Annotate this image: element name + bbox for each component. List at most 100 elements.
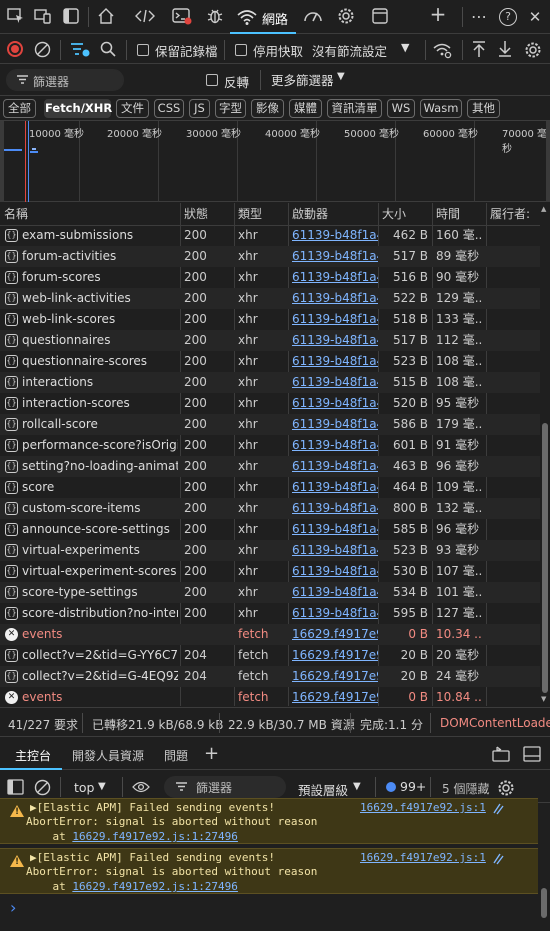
cell-initiator[interactable]: 61139-b48f1a4c <box>292 267 378 288</box>
table-row[interactable]: {} forum-activities 200 xhr 61139-b48f1a4c 51… <box>0 246 540 267</box>
cell-initiator[interactable]: 61139-b48f1a4c <box>292 246 378 267</box>
table-row[interactable]: {} collect?v=2&tid=G-4EQ9Z... 204 fetch 1662… <box>0 666 540 687</box>
table-row[interactable]: {} rollcall-score 200 xhr 61139-b48f1a4c 586 … <box>0 414 540 435</box>
network-conditions-icon[interactable] <box>433 41 453 62</box>
message-source-link[interactable]: 16629.f4917e92.js:1 <box>360 801 486 814</box>
console-settings-gear-icon[interactable] <box>497 779 515 800</box>
requests-scrollbar[interactable]: ▲ ▼ <box>540 203 550 706</box>
chevron-down-icon[interactable]: ▼ <box>353 781 361 792</box>
settings-gear-icon[interactable] <box>336 7 356 27</box>
chip-img[interactable]: 影像 <box>251 99 284 118</box>
application-window-icon[interactable] <box>370 7 390 27</box>
warning-title[interactable]: ▶[Elastic APM] Failed sending events! <box>30 851 275 864</box>
move-to-top-icon[interactable] <box>492 746 510 765</box>
chip-all[interactable]: 全部 <box>3 99 36 118</box>
table-row[interactable]: {} interactions 200 xhr 61139-b48f1a4c 515 B 1… <box>0 372 540 393</box>
table-row[interactable]: {} questionnaire-scores 200 xhr 61139-b48f1a… <box>0 351 540 372</box>
disable-cache-checkbox[interactable] <box>235 44 247 56</box>
message-source-link[interactable]: 16629.f4917e92.js:1 <box>360 851 486 864</box>
table-row[interactable]: {} virtual-experiment-scores 200 xhr 61139-b… <box>0 561 540 582</box>
cell-initiator[interactable]: 61139-b48f1a4c <box>292 456 378 477</box>
issues-dot-icon[interactable] <box>386 782 396 792</box>
issues-count[interactable]: 99+ <box>400 779 426 794</box>
more-options-button[interactable]: ⋯ <box>469 7 489 27</box>
cell-initiator[interactable]: 61139-b48f1a4c <box>292 477 378 498</box>
throttling-select[interactable]: 沒有節流設定 <box>312 41 387 60</box>
column-header-time[interactable]: 時間 <box>432 203 486 226</box>
context-selector[interactable]: top <box>74 780 94 795</box>
cell-initiator[interactable]: 61139-b48f1a4c <box>292 351 378 372</box>
table-row[interactable]: {} performance-score?isOrigi... 200 xhr 6113… <box>0 435 540 456</box>
table-row[interactable]: {} score-type-settings 200 xhr 61139-b48f1a4… <box>0 582 540 603</box>
cell-initiator[interactable]: 16629.f4917e92 <box>292 624 378 645</box>
import-har-icon[interactable] <box>472 40 486 61</box>
cell-initiator[interactable]: 61139-b48f1a4c <box>292 414 378 435</box>
record-stop-button[interactable] <box>7 41 23 57</box>
close-drawer-icon[interactable] <box>523 746 541 765</box>
close-devtools-button[interactable]: ✕ <box>525 7 545 27</box>
more-filters-dropdown[interactable]: 更多篩選器 <box>271 70 334 89</box>
tab-developer-resources[interactable]: 開發人員資源 <box>72 747 144 764</box>
table-row[interactable]: {} forum-scores 200 xhr 61139-b48f1a4c 516 B 9… <box>0 267 540 288</box>
chip-css[interactable]: CSS <box>154 99 184 118</box>
filter-toggle-icon[interactable] <box>70 41 90 62</box>
chip-manifest[interactable]: 資訊清單 <box>327 99 382 118</box>
preserve-log-checkbox[interactable] <box>137 44 149 56</box>
welcome-home-icon[interactable] <box>96 7 116 27</box>
cell-initiator[interactable]: 61139-b48f1a4c <box>292 540 378 561</box>
warning-title[interactable]: ▶[Elastic APM] Failed sending events! <box>30 801 275 814</box>
table-row[interactable]: {} collect?v=2&tid=G-YY6C7... 204 fetch 1662… <box>0 645 540 666</box>
tab-network[interactable]: 網路 <box>230 0 296 34</box>
scroll-up-arrow[interactable]: ▲ <box>541 205 546 213</box>
table-row[interactable]: {} virtual-experiments 200 xhr 61139-b48f1a4… <box>0 540 540 561</box>
cell-initiator[interactable]: 61139-b48f1a4c <box>292 435 378 456</box>
cell-initiator[interactable]: 61139-b48f1a4c <box>292 372 378 393</box>
clear-console-icon[interactable] <box>34 779 51 799</box>
column-header-initiator[interactable]: 啟動器 <box>288 203 378 226</box>
stack-link[interactable]: 16629.f4917e92.js:1:27496 <box>72 830 238 843</box>
performance-gauge-icon[interactable] <box>303 7 323 27</box>
table-row[interactable]: ✕ events fetch 16629.f4917e92 0 B 10.34 ... <box>0 624 540 645</box>
chip-font[interactable]: 字型 <box>215 99 246 118</box>
cell-initiator[interactable]: 61139-b48f1a4c <box>292 309 378 330</box>
chevron-down-icon[interactable]: ▼ <box>98 781 106 792</box>
cell-initiator[interactable]: 61139-b48f1a4c <box>292 288 378 309</box>
network-settings-gear-icon[interactable] <box>524 41 542 62</box>
console-icon[interactable] <box>172 7 192 27</box>
table-row[interactable]: ✕ events fetch 16629.f4917e92 0 B 10.84 ... <box>0 687 540 706</box>
cell-initiator[interactable]: 61139-b48f1a4c <box>292 582 378 603</box>
tab-console[interactable]: 主控台 <box>0 738 62 770</box>
cell-initiator[interactable]: 16629.f4917e92 <box>292 687 378 706</box>
chevron-down-icon[interactable]: ▼ <box>337 71 345 82</box>
invert-checkbox[interactable] <box>206 74 218 86</box>
sources-bug-icon[interactable] <box>205 7 225 27</box>
table-row[interactable]: {} web-link-scores 200 xhr 61139-b48f1a4c 518… <box>0 309 540 330</box>
ai-insights-icon[interactable] <box>491 852 505 869</box>
tab-issues[interactable]: 問題 <box>164 747 188 764</box>
clear-icon[interactable] <box>34 41 51 61</box>
chip-doc[interactable]: 文件 <box>116 99 149 118</box>
table-row[interactable]: {} interaction-scores 200 xhr 61139-b48f1a4c… <box>0 393 540 414</box>
cell-initiator[interactable]: 61139-b48f1a4c <box>292 330 378 351</box>
chip-js[interactable]: JS <box>189 99 210 118</box>
chip-ws[interactable]: WS <box>387 99 415 118</box>
table-row[interactable]: {} custom-score-items 200 xhr 61139-b48f1a4c… <box>0 498 540 519</box>
column-header-name[interactable]: 名稱 <box>0 203 180 226</box>
cell-initiator[interactable]: 61139-b48f1a4c <box>292 603 378 624</box>
column-header-status[interactable]: 狀態 <box>180 203 234 226</box>
table-row[interactable]: {} setting?no-loading-animati... 200 xhr 611… <box>0 456 540 477</box>
add-drawer-tab-button[interactable]: + <box>204 743 219 764</box>
add-tab-button[interactable]: + <box>428 4 448 24</box>
inspect-element-icon[interactable] <box>6 7 26 27</box>
chip-fetch-xhr[interactable]: Fetch/XHR <box>44 99 112 118</box>
column-header-fulfilled-by[interactable]: 履行者: <box>486 203 540 226</box>
table-row[interactable]: {} score 200 xhr 61139-b48f1a4c 464 B 109 毫... <box>0 477 540 498</box>
cell-initiator[interactable]: 61139-b48f1a4c <box>292 519 378 540</box>
cell-initiator[interactable]: 16629.f4917e92 <box>292 666 378 687</box>
table-row[interactable]: {} score-distribution?no-inter... 200 xhr 61… <box>0 603 540 624</box>
table-row[interactable]: {} questionnaires 200 xhr 61139-b48f1a4c 517 … <box>0 330 540 351</box>
cell-initiator[interactable]: 61139-b48f1a4c <box>292 561 378 582</box>
overview-left-handle[interactable] <box>0 121 4 202</box>
cell-initiator[interactable]: 61139-b48f1a4c <box>292 393 378 414</box>
timeline-overview[interactable]: 10000 毫秒 20000 毫秒 30000 毫秒 40000 毫秒 5000… <box>0 121 550 202</box>
